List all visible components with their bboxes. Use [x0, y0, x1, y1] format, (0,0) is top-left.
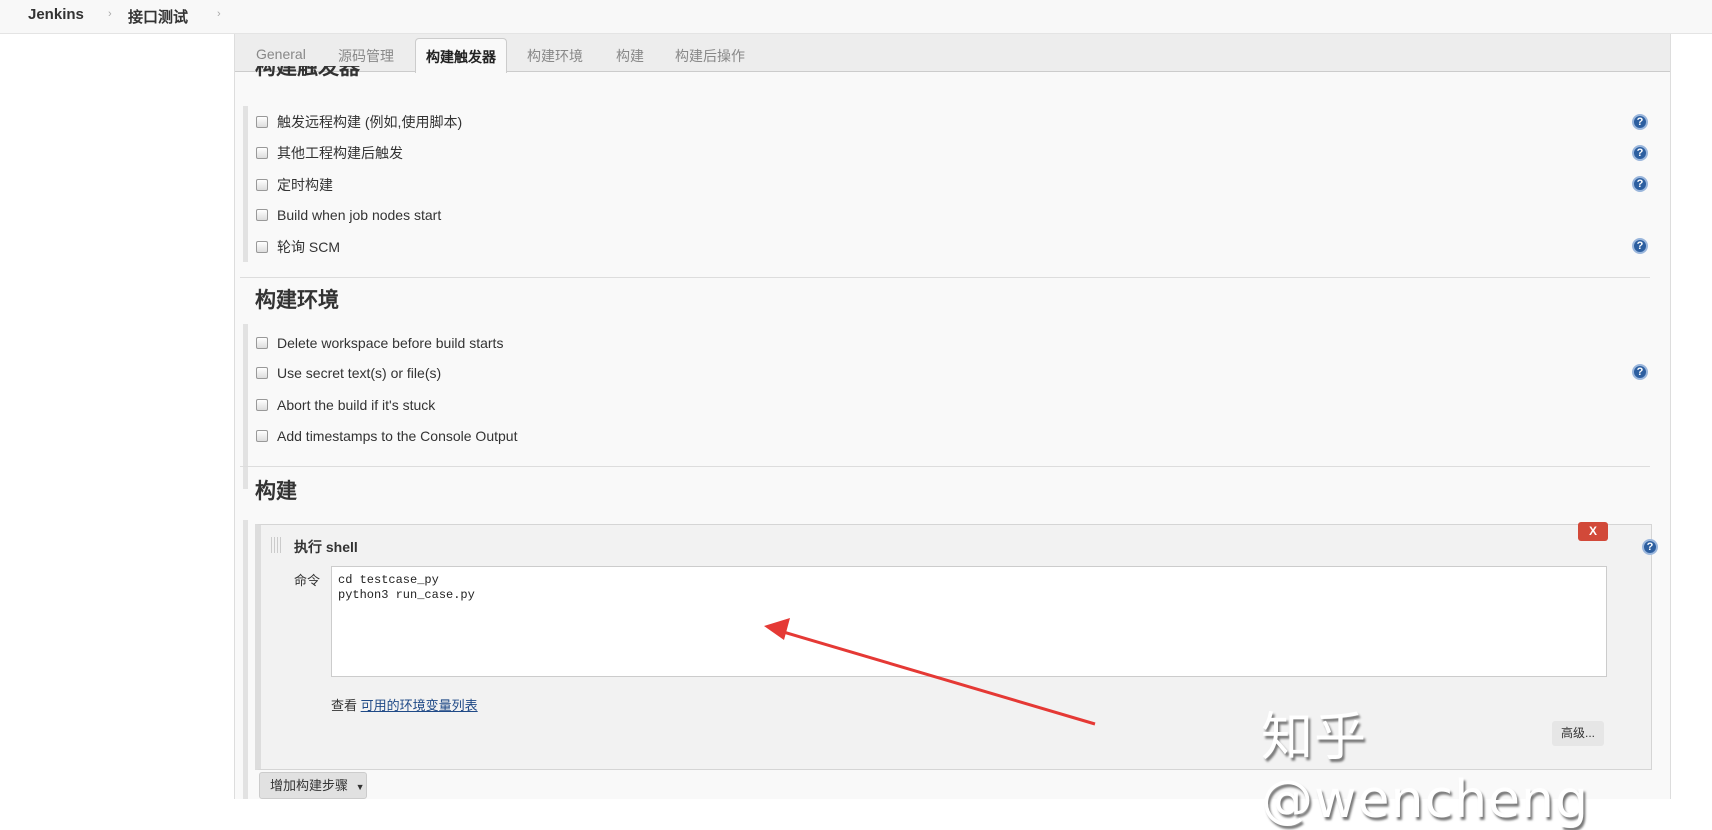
- annotation-arrow: [764, 618, 1096, 726]
- watermark: 知乎 @wencheng: [1261, 708, 1589, 830]
- arrow-head-icon: [764, 618, 790, 640]
- arrow-shaft: [779, 629, 1096, 726]
